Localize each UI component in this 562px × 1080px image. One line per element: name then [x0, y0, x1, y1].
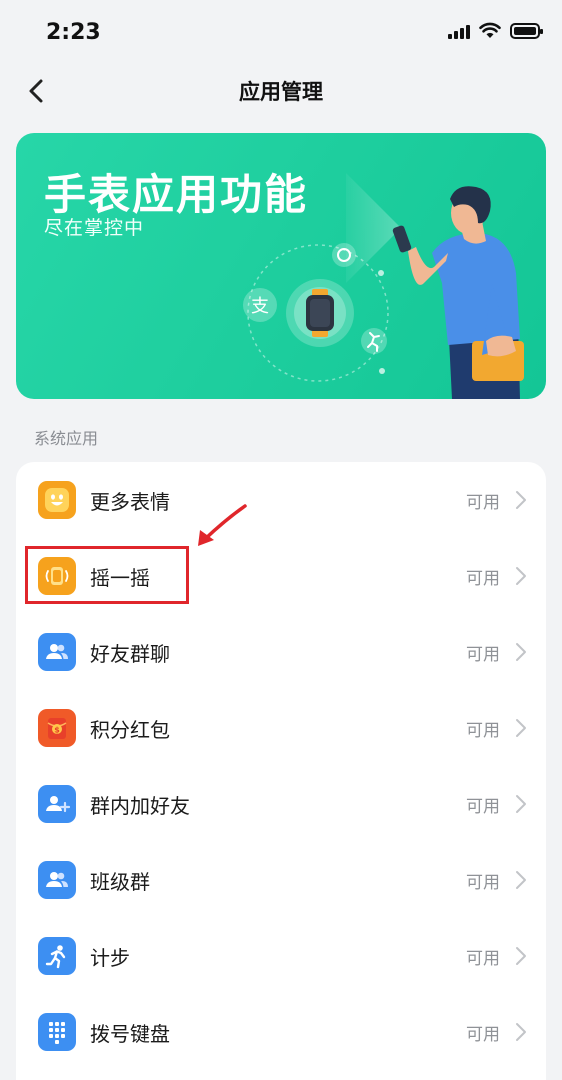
app-row-points-red-envelope[interactable]: $ 积分红包 可用	[16, 690, 546, 766]
chevron-right-icon	[516, 719, 526, 737]
app-label: 更多表情	[90, 490, 170, 514]
chevron-right-icon	[516, 567, 526, 585]
app-status: 可用	[466, 493, 500, 513]
nav-bar: 应用管理	[0, 66, 562, 116]
friends-group-icon	[38, 633, 76, 671]
page-title: 应用管理	[239, 80, 323, 104]
app-label: 拨号键盘	[90, 1022, 170, 1046]
app-status: 可用	[466, 569, 500, 589]
app-label: 好友群聊	[90, 642, 170, 666]
app-list: 更多表情 可用 摇一摇 可用 好友群聊 可用 $ 积分红包 可用 群内加好友 可…	[16, 462, 546, 1080]
app-row-friend-chat[interactable]: 好友群聊 可用	[16, 614, 546, 690]
banner-subtitle: 尽在掌控中	[44, 217, 145, 239]
app-status: 可用	[466, 797, 500, 817]
app-label: 群内加好友	[90, 794, 190, 818]
status-icons	[448, 22, 543, 39]
battery-icon	[510, 22, 543, 39]
app-row-dial-keypad[interactable]: 拨号键盘 可用	[16, 994, 546, 1070]
app-label: 计步	[90, 946, 130, 970]
dial-keypad-icon	[38, 1013, 76, 1051]
wifi-icon	[479, 22, 501, 38]
app-label: 摇一摇	[90, 566, 150, 590]
chevron-right-icon	[516, 871, 526, 889]
shake-watch-icon	[38, 557, 76, 595]
status-bar: 2:23	[0, 0, 562, 66]
app-status: 可用	[466, 873, 500, 893]
svg-text:支: 支	[251, 296, 269, 317]
chevron-right-icon	[516, 1023, 526, 1041]
red-arrow-annotation	[198, 504, 247, 546]
red-envelope-icon: $	[38, 709, 76, 747]
app-status: 可用	[466, 949, 500, 969]
app-status: 可用	[466, 645, 500, 665]
app-row-step-counter[interactable]: 计步 可用	[16, 918, 546, 994]
app-status: 可用	[466, 1025, 500, 1045]
add-friend-icon	[38, 785, 76, 823]
svg-text:$: $	[54, 726, 60, 735]
app-row-shake[interactable]: 摇一摇 可用	[16, 538, 546, 614]
app-label: 积分红包	[90, 718, 170, 742]
class-group-icon	[38, 861, 76, 899]
cellular-signal-icon	[448, 23, 470, 39]
chevron-right-icon	[516, 643, 526, 661]
running-person-icon	[38, 937, 76, 975]
chevron-right-icon	[516, 947, 526, 965]
chevron-right-icon	[516, 491, 526, 509]
app-row-more-emoji[interactable]: 更多表情 可用	[16, 462, 546, 538]
app-label: 班级群	[90, 870, 150, 894]
section-header: 系统应用	[34, 429, 99, 448]
status-time: 2:23	[46, 20, 101, 45]
app-row-add-friend-in-group[interactable]: 群内加好友 可用	[16, 766, 546, 842]
smiley-face-icon	[38, 481, 76, 519]
app-row-class-group[interactable]: 班级群 可用	[16, 842, 546, 918]
promo-banner[interactable]: 支 手表应用功能 尽在掌控中	[16, 133, 546, 399]
chevron-right-icon	[516, 795, 526, 813]
app-status: 可用	[466, 721, 500, 741]
